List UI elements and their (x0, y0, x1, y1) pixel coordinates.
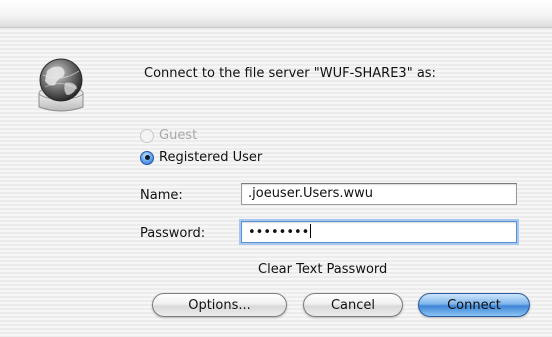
password-value: •••••••• (248, 225, 310, 240)
registered-user-radio-option[interactable]: Registered User (140, 150, 262, 165)
password-label: Password: (140, 226, 206, 241)
guest-radio-label: Guest (159, 128, 198, 143)
registered-user-radio-label[interactable]: Registered User (159, 150, 262, 165)
clear-text-password-label: Clear Text Password (258, 262, 388, 277)
text-caret (310, 224, 312, 238)
cancel-button[interactable]: Cancel (303, 293, 403, 317)
network-globe-server-icon (38, 58, 84, 112)
registered-user-radio[interactable] (140, 150, 154, 165)
name-label: Name: (140, 188, 183, 203)
connect-prompt: Connect to the file server "WUF-SHARE3" … (144, 66, 436, 81)
password-field[interactable]: •••••••• (241, 221, 517, 243)
guest-radio-option: Guest (140, 128, 197, 143)
guest-radio (140, 128, 154, 143)
sheet-top-edge (0, 0, 552, 28)
name-field[interactable]: .joeuser.Users.wwu (241, 183, 517, 205)
connect-button[interactable]: Connect (418, 293, 530, 317)
options-button[interactable]: Options... (152, 293, 287, 317)
